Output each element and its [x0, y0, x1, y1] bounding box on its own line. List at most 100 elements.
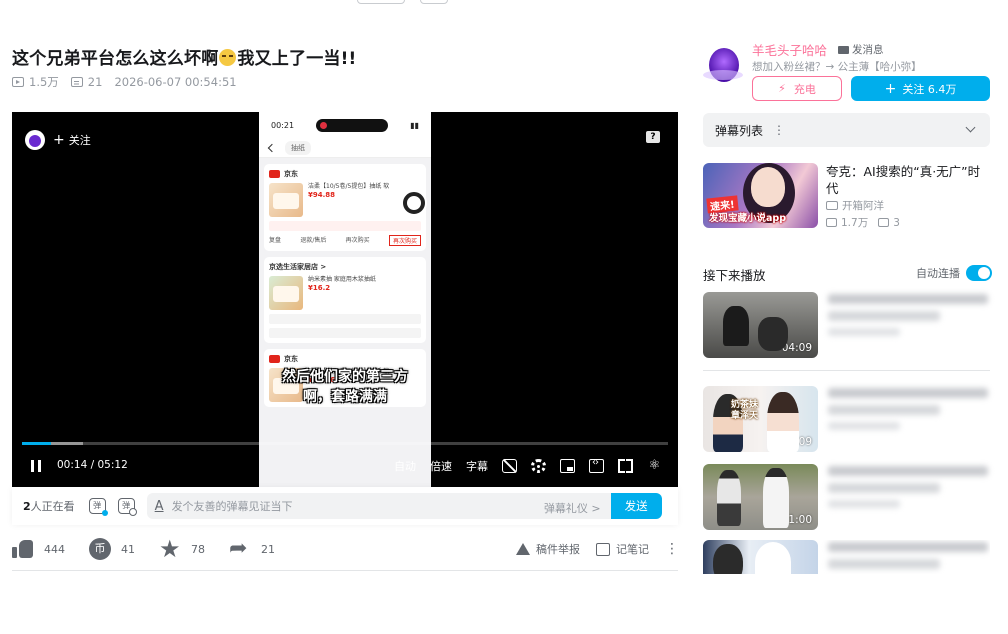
current-time: 00:14: [57, 459, 88, 471]
help-icon[interactable]: ?: [646, 131, 660, 143]
share-button[interactable]: 21: [229, 536, 275, 561]
danmaku-off-icon[interactable]: [502, 459, 517, 473]
progress-bar[interactable]: [22, 442, 668, 445]
video-meta: 1.5万 21 2026-06-07 00:54:51: [12, 74, 249, 90]
order-shop: 京选生活家居店 >: [269, 263, 327, 271]
dynamic-island: [316, 118, 389, 132]
note-icon: [596, 542, 610, 556]
uploader-avatar-large[interactable]: [703, 40, 743, 88]
danmaku-style-icon[interactable]: A: [155, 499, 164, 514]
uploader-description: 想加入粉丝裙？→ 公主薄【哈小弥】: [752, 61, 922, 73]
order-card: 京东 洁柔【10/5卷/5提包】抽纸 软 ¥94.88 复盘 退款/售后 再次购买 再次…: [264, 164, 426, 251]
list-item[interactable]: 奶茶妹 章泽天 06:09: [703, 386, 990, 452]
web-fullscreen-icon[interactable]: [618, 459, 633, 473]
video-thumbnail[interactable]: 奶茶妹 章泽天 06:09: [703, 386, 818, 452]
warning-icon: [516, 543, 530, 555]
top-tab-stub[interactable]: [357, 0, 405, 4]
video-thumbnail[interactable]: [703, 540, 818, 574]
star-icon: [159, 535, 181, 563]
danmaku-settings-icon[interactable]: 弹: [117, 498, 137, 516]
top-tab-stub[interactable]: [420, 0, 448, 4]
fullscreen-icon[interactable]: ⚛: [647, 459, 662, 473]
favorite-button[interactable]: 78: [159, 535, 205, 563]
phone-status-bar: 00:21 ▮▮: [259, 112, 431, 138]
ad-title[interactable]: 夸克：AI搜索的“真·无广”时代: [826, 163, 986, 197]
danmaku-send-bar: 2人正在看 弹 弹 A 发个友善的弹幕见证当下 弹幕礼仪 > 发送: [12, 487, 678, 525]
order-card: 京选生活家居店 > 纳米素抽 家庭用木浆抽纸 ¥16.2: [264, 257, 426, 343]
note-button[interactable]: 记笔记: [596, 541, 649, 557]
follow-button[interactable]: + 关注 6.4万: [851, 76, 990, 101]
ad-views: 1.7万: [841, 217, 869, 229]
danmaku-count-icon: [878, 218, 890, 227]
charge-button[interactable]: ⚡ 充电: [752, 76, 842, 101]
ad-uploader[interactable]: 开箱阿洋: [826, 198, 884, 213]
video-thumbnail[interactable]: 01:00: [703, 464, 818, 530]
list-item[interactable]: [703, 540, 990, 574]
uploader-name[interactable]: 羊毛头子哈哈: [752, 40, 827, 59]
mail-icon: [838, 45, 849, 54]
more-dots-icon[interactable]: ⋮: [773, 123, 785, 137]
danmaku-list-toggle[interactable]: 弹幕列表 ⋮: [703, 113, 990, 147]
order-tab: 退款/售后: [300, 237, 327, 244]
list-item[interactable]: 04:09: [703, 292, 990, 358]
settings-gear-icon[interactable]: [531, 459, 546, 473]
product-thumb: [269, 276, 303, 310]
blurred-video-info: [828, 294, 988, 336]
send-message-link[interactable]: 发消息: [838, 42, 884, 57]
shop-logo-icon: [269, 355, 280, 363]
widescreen-icon[interactable]: [589, 457, 604, 473]
autoplay-label: 自动连播: [916, 267, 960, 280]
danmaku-list-label: 弹幕列表: [715, 123, 764, 138]
video-title: 这个兄弟平台怎么这么坏啊 我又上了一当!!: [12, 44, 357, 69]
more-options-icon[interactable]: ⋮: [665, 542, 679, 556]
autoplay-switch[interactable]: [966, 265, 992, 281]
coin-button[interactable]: 41: [89, 538, 135, 560]
thumbs-up-icon: [12, 538, 34, 560]
favorite-count: 78: [191, 542, 205, 556]
autoplay-toggle[interactable]: 自动连播: [916, 265, 992, 281]
subtitle-button[interactable]: 字幕: [466, 458, 488, 474]
send-danmaku-button[interactable]: 发送: [610, 493, 662, 519]
danmaku-toggle-icon[interactable]: 弹: [88, 498, 108, 516]
video-title-text-end: 我又上了一当!!: [237, 49, 357, 69]
promo-bar: [269, 314, 421, 324]
player-follow-button[interactable]: + 关注: [25, 130, 91, 150]
danmaku-input[interactable]: A 发个友善的弹幕见证当下 弹幕礼仪 >: [146, 493, 611, 519]
follow-label: 关注 6.4万: [902, 82, 957, 96]
like-button[interactable]: 444: [12, 538, 65, 560]
phone-signal-icon: ▮▮: [410, 120, 419, 130]
share-arrow-icon: [229, 536, 251, 561]
order-tab: 复盘: [269, 237, 282, 244]
order-tab: 再次购买: [388, 235, 421, 246]
quality-auto-button[interactable]: 自动: [394, 458, 416, 474]
video-actions: 444 41 78 21 稿件举报 记笔记 ⋮: [12, 535, 679, 563]
video-player[interactable]: 00:21 ▮▮ 抽纸 京东 洁柔【10/5卷/5提包】抽纸 软 ¥94.88 复…: [12, 112, 678, 487]
plus-icon: +: [884, 80, 897, 97]
up-next-heading: 接下来播放: [703, 268, 766, 283]
blurred-video-info: [828, 388, 988, 430]
phone-search-bar: 抽纸: [259, 138, 431, 158]
blurred-video-info: [828, 542, 988, 574]
speed-button[interactable]: 倍速: [430, 458, 452, 474]
danmaku-count-icon: [70, 77, 83, 87]
video-thumbnail[interactable]: 04:09: [703, 292, 818, 358]
list-item[interactable]: 01:00: [703, 464, 990, 530]
phone-time: 00:21: [271, 120, 295, 130]
plus-icon: +: [53, 132, 65, 148]
divider: [703, 370, 990, 371]
danmaku-etiquette-link[interactable]: 弹幕礼仪 >: [544, 500, 601, 516]
product-name: 洁柔【10/5卷/5提包】抽纸 软: [308, 183, 390, 190]
ad-thumbnail[interactable]: 速来! 发现宝藏小说app: [703, 163, 818, 228]
picture-in-picture-icon[interactable]: [560, 459, 575, 473]
ad-thumb-face: [751, 167, 785, 207]
video-title-text: 这个兄弟平台怎么这么坏啊: [12, 49, 219, 69]
report-button[interactable]: 稿件举报: [516, 541, 580, 557]
time-display: 00:14 / 05:12: [57, 459, 128, 471]
pause-icon[interactable]: [31, 460, 41, 472]
shop-logo-icon: [269, 170, 280, 178]
like-count: 444: [44, 542, 65, 556]
chevron-down-icon: [965, 122, 976, 133]
coin-icon: [89, 538, 111, 560]
video-duration: 01:00: [781, 514, 812, 526]
divider: [12, 570, 678, 571]
